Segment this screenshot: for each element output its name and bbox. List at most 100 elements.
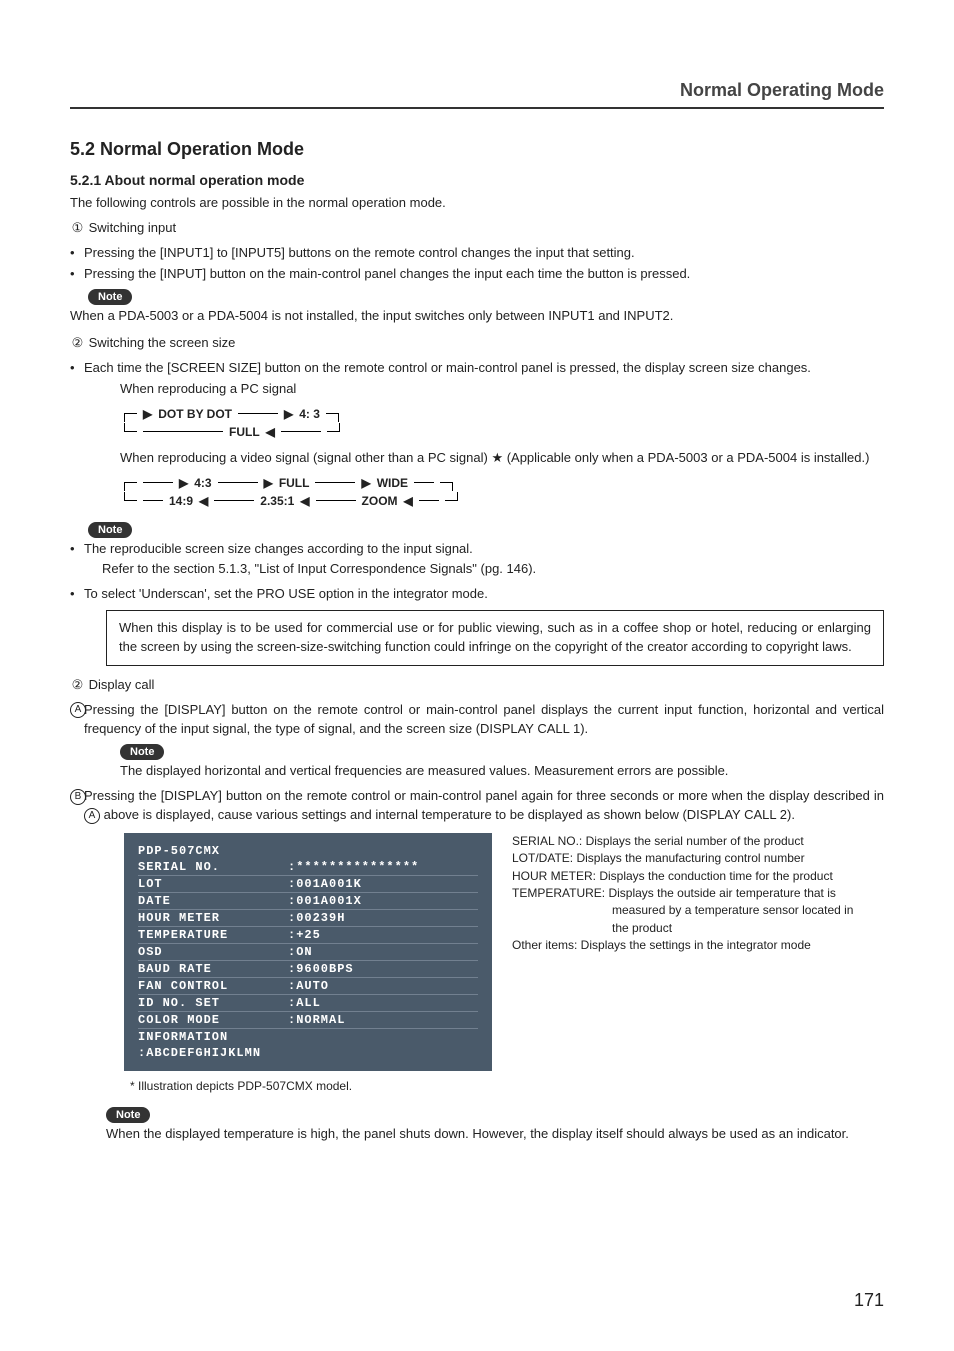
bullet-icon: • [70,265,84,284]
panel-key: COLOR MODE [138,1013,288,1027]
bullet-text: Pressing the [INPUT] button on the main-… [84,265,690,284]
flow-line-icon [316,500,356,501]
item-2-note-bullet-1b: Refer to the section 5.1.3, "List of Inp… [102,560,884,579]
circled-1-icon: ① [70,219,85,238]
panel-val: :ALL [288,996,478,1010]
bullet-text: Pressing the [INPUT1] to [INPUT5] button… [84,244,635,263]
legend-line: HOUR METER: Displays the conduction time… [512,868,853,885]
panel-val [288,1030,478,1044]
panel-val: :ON [288,945,478,959]
panel-key: OSD [138,945,288,959]
flow-node: FULL [279,476,310,490]
flow-line-icon [419,500,439,501]
panel-key: INFORMATION [138,1030,288,1044]
bullet-text: The reproducible screen size changes acc… [84,540,473,559]
flow-corner-icon [124,492,137,501]
item-3-title: ② Display call [70,676,884,695]
panel-key: ID NO. SET [138,996,288,1010]
note-badge: Note [106,1107,150,1123]
panel-val: :NORMAL [288,1013,478,1027]
page-number: 171 [854,1290,884,1311]
panel-val: :001A001K [288,877,478,891]
note-badge: Note [88,522,132,538]
flow-corner-icon [326,413,339,422]
display-panel-legend: SERIAL NO.: Displays the serial number o… [512,833,853,955]
flow-corner-icon [124,413,137,422]
panel-key: DATE [138,894,288,908]
display-call-2-row: PDP-507CMX SERIAL NO.:*************** LO… [70,827,884,1075]
legend-line: LOT/DATE: Displays the manufacturing con… [512,850,853,867]
flow-line-icon [143,500,163,501]
panel-val: :00239H [288,911,478,925]
item-1-note-text: When a PDA-5003 or a PDA-5004 is not ins… [70,307,884,326]
arrow-left-icon: ◀ [199,494,208,508]
arrow-right-icon: ▶ [284,407,293,421]
circled-2-icon: ② [70,676,85,695]
legend-line: measured by a temperature sensor located… [512,902,853,919]
item-2-bullet-1: • Each time the [SCREEN SIZE] button on … [70,359,884,378]
flow-line-icon [238,413,278,414]
flow-node: WIDE [377,476,408,490]
panel-key: HOUR METER [138,911,288,925]
item-3-b-text-a: Pressing the [DISPLAY] button on the rem… [84,788,884,803]
circled-2-icon: ② [70,334,85,353]
panel-key: SERIAL NO. [138,860,288,874]
flow-node: FULL [229,425,260,439]
panel-key: LOT [138,877,288,891]
video-label-b: (Applicable only when a PDA-5003 or a PD… [503,450,869,465]
section-heading: 5.2 Normal Operation Mode [70,139,884,160]
arrow-right-icon: ▶ [179,476,188,490]
legend-line: TEMPERATURE: Displays the outside air te… [512,885,853,902]
subsection-heading: 5.2.1 About normal operation mode [70,172,884,188]
bullet-text: Each time the [SCREEN SIZE] button on th… [84,359,811,378]
bullet-icon: • [70,540,84,559]
final-note-text: When the displayed temperature is high, … [106,1125,884,1144]
display-panel: PDP-507CMX SERIAL NO.:*************** LO… [124,833,492,1071]
arrow-right-icon: ▶ [264,476,273,490]
panel-model: PDP-507CMX [138,844,288,858]
panel-val: :+25 [288,928,478,942]
flow-line-icon [214,500,254,501]
illustration-caption: * Illustration depicts PDP-507CMX model. [130,1079,884,1093]
panel-val: :9600BPS [288,962,478,976]
item-1-bullet-2: • Pressing the [INPUT] button on the mai… [70,265,884,284]
arrow-left-icon: ◀ [300,494,309,508]
arrow-right-icon: ▶ [143,407,152,421]
flow-node: ZOOM [362,494,398,508]
bullet-icon: • [70,585,84,604]
flow-corner-icon [327,423,340,432]
item-2-note-bullet-2: • To select 'Underscan', set the PRO USE… [70,585,884,604]
item-1-title: ① Switching input [70,219,884,238]
flow-line-icon [281,431,321,432]
flow-line-icon [414,482,434,483]
item-3-a-note-text: The displayed horizontal and vertical fr… [120,762,884,781]
note-badge: Note [120,744,164,760]
arrow-left-icon: ◀ [404,494,413,508]
pc-signal-label: When reproducing a PC signal [120,380,884,399]
panel-val: :*************** [288,860,478,874]
flow-node: 4: 3 [299,407,320,421]
item-3-b: B Pressing the [DISPLAY] button on the r… [70,787,884,825]
bullet-icon: • [70,244,84,263]
flow-node: 2.35:1 [260,494,294,508]
page: Normal Operating Mode 5.2 Normal Operati… [0,0,954,1351]
video-label-a: When reproducing a video signal (signal … [120,450,491,465]
flow-node: 4:3 [194,476,211,490]
item-1-bullet-1: • Pressing the [INPUT1] to [INPUT5] butt… [70,244,884,263]
bullet-text: To select 'Underscan', set the PRO USE o… [84,585,488,604]
panel-key: :ABCDEFGHIJKLMN [138,1046,261,1060]
flow-node: 14:9 [169,494,193,508]
flow-node: DOT BY DOT [158,407,232,421]
star-icon: ★ [491,450,503,465]
circled-a-icon: A [70,701,84,739]
item-3-a: A Pressing the [DISPLAY] button on the r… [70,701,884,739]
note-badge: Note [88,289,132,305]
arrow-right-icon: ▶ [361,476,370,490]
flow-line-icon [218,482,258,483]
panel-val: :001A001X [288,894,478,908]
bullet-icon: • [70,359,84,378]
flow-corner-icon [445,492,458,501]
copyright-warning-box: When this display is to be used for comm… [106,610,884,666]
item-3-label: Display call [89,677,155,692]
legend-line: SERIAL NO.: Displays the serial number o… [512,833,853,850]
